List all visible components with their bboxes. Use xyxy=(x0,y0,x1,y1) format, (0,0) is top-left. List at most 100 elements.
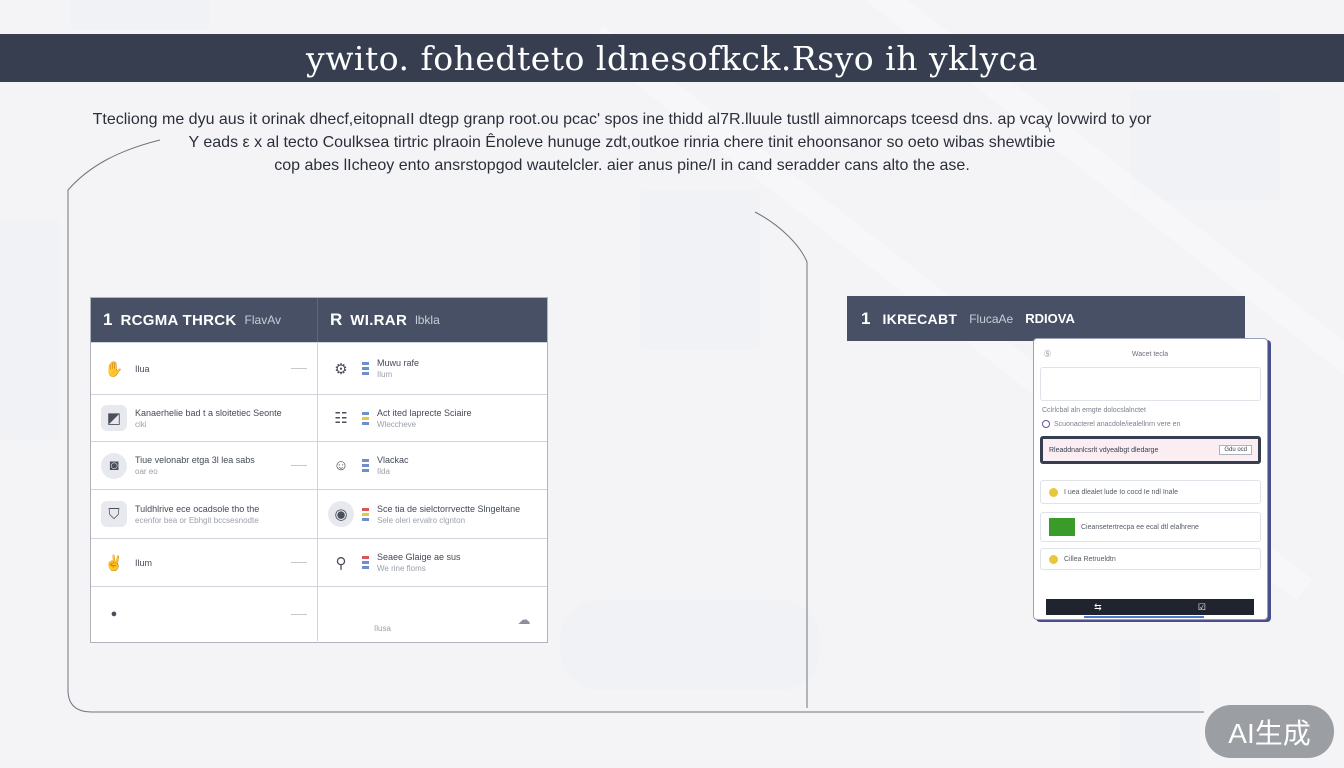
phone-icon: ◙ xyxy=(101,452,127,479)
check-icon[interactable]: ☑ xyxy=(1198,602,1206,613)
column-label: RCGMA THRCK xyxy=(120,311,237,329)
column-sublabel: lbkla xyxy=(415,313,440,327)
phone-nav-bar: ⇆ ☑ xyxy=(1046,599,1254,615)
table-row: ● Ilusa ☁ xyxy=(91,586,547,641)
phone-line: Scuonacterel anacdole/iealellnrn vere en xyxy=(1042,420,1259,428)
column-header-1: 1 RCGMA THRCK FlavAv xyxy=(91,298,318,342)
row-divider-mark xyxy=(291,368,307,369)
cell-subtext: Ilda xyxy=(377,467,390,476)
table-row: ✋ Ilua ⚙ Muwu rafe Ilum xyxy=(91,342,547,394)
row-divider-mark xyxy=(291,613,307,615)
table-cell: ◉ Sce tia de sielctorrvectte Slngeltane … xyxy=(318,490,547,538)
table-cell: ⛉ Tuldhlrive ece ocadsole tho the ecenfo… xyxy=(91,490,318,538)
cell-text: Act ited laprecte Sciaire xyxy=(377,407,472,418)
tool-icon: ⚙ xyxy=(334,360,348,378)
cloud-icon: ☁ xyxy=(517,612,531,627)
hands-icon: ✋ xyxy=(104,360,124,378)
panel-label: IKRECABT xyxy=(882,310,958,327)
column-sublabel: FlavAv xyxy=(244,313,282,327)
table-cell: ⚲ Seaee Glaige ae sus We rine floms xyxy=(318,539,547,586)
cell-subtext: We rine floms xyxy=(377,564,426,573)
nav-indicator xyxy=(1084,616,1204,618)
description-line: Ttecliong me dyu aus it orinak dhecf,eit… xyxy=(92,111,1152,128)
column-number: 1 xyxy=(103,310,113,329)
diagram-icon: ◩ xyxy=(101,405,127,431)
mini-bar-icon xyxy=(362,459,369,472)
table-cell: ◩ Kanaerhelie bad t a sloitetiec Seonte … xyxy=(91,395,318,441)
left-panel-header: 1 RCGMA THRCK FlavAv R WI.RAR lbkla xyxy=(91,298,547,342)
chart-icon: ◉ xyxy=(328,501,354,527)
cell-subtext: Wleccheve xyxy=(377,419,417,429)
panel-sublabel: FlucaAe xyxy=(969,311,1014,326)
table-row: ✌ Ilum ⚲ Seaee Glaige ae sus We rine flo… xyxy=(91,538,547,586)
mini-bar-icon xyxy=(362,556,369,569)
ai-generated-badge: AI生成 xyxy=(1205,705,1334,758)
panel-number: 1 xyxy=(861,308,871,328)
cell-text: Seaee Glaige ae sus xyxy=(377,552,461,562)
phone-card[interactable]: I uea dlealet lude Io cocd Ie ndl Inale xyxy=(1040,480,1261,504)
phone-line-text: Cclrlcbal aln emgte dolocslalnctet xyxy=(1042,407,1146,414)
group-icon: ☷ xyxy=(334,410,348,427)
card-text: Cieansetertrecpa ee ecal dtl elalhrene xyxy=(1081,523,1199,531)
column-number: R xyxy=(330,310,343,329)
description-text: Ttecliong me dyu aus it orinak dhecf,eit… xyxy=(30,108,1214,177)
phone-line-text: Scuonacterel anacdole/iealellnrn vere en xyxy=(1054,420,1181,428)
phone-card[interactable]: Cillea Retrueldtn xyxy=(1040,548,1261,570)
cell-text: Muwu rafe xyxy=(377,358,420,368)
phone-mockup: Ⓢ Wacet tecla Cclrlcbal aln emgte dolocs… xyxy=(1033,338,1268,620)
title-bar: ywito. fohedteto ldnesofkck.Rsyo ih ykly… xyxy=(0,34,1344,82)
cell-text: Kanaerhelie bad t a sloitetiec Seonte xyxy=(135,407,282,418)
phone-selected-item[interactable]: Rleaddnanlcsrlt vdyealbgt dledarge Gdu o… xyxy=(1040,436,1261,464)
left-table-panel: 1 RCGMA THRCK FlavAv R WI.RAR lbkla ✋ Il… xyxy=(90,297,548,643)
cell-subtext: ciki xyxy=(135,419,147,429)
column-header-2: R WI.RAR lbkla xyxy=(318,298,547,342)
table-cell: ⚙ Muwu rafe Ilum xyxy=(318,343,547,394)
phone-input-box[interactable] xyxy=(1040,367,1261,401)
cell-subtext: oar eo xyxy=(135,467,158,476)
cell-text: Ilua xyxy=(135,363,150,374)
green-thumbnail xyxy=(1049,518,1075,536)
card-text: Cillea Retrueldtn xyxy=(1064,555,1116,563)
badge-text: AI生成 xyxy=(1228,717,1311,749)
table-cell: ● xyxy=(91,587,318,641)
coin-icon xyxy=(1049,554,1058,564)
table-cell: ◙ Tiue velonabr etga 3l lea sabs oar eo xyxy=(91,442,318,489)
table-row: ◙ Tiue velonabr etga 3l lea sabs oar eo … xyxy=(91,441,547,489)
phone-title: Wacet tecla xyxy=(1131,350,1169,358)
phone-line: Cclrlcbal aln emgte dolocslalnctet xyxy=(1042,407,1259,414)
selected-item-text: Rleaddnanlcsrlt vdyealbgt dledarge xyxy=(1049,446,1159,454)
table-cell: ✌ Ilum xyxy=(91,539,318,586)
cell-subtext: ecenfor bea or Ebhgit bccsesnodte xyxy=(135,515,259,525)
dot-icon: ● xyxy=(110,608,118,620)
cell-subtext: Sele oleri ervalro clgnton xyxy=(377,515,466,525)
shield-icon: ⛉ xyxy=(101,501,127,527)
person-icon: ☺ xyxy=(333,457,349,474)
app-logo-icon: Ⓢ xyxy=(1044,351,1051,358)
table-cell: ✋ Ilua xyxy=(91,343,318,394)
phone-card[interactable]: Cieansetertrecpa ee ecal dtl elalhrene xyxy=(1040,512,1261,542)
right-panel-header: 1 IKRECABT FlucaAe RDIOVA xyxy=(847,296,1245,341)
cell-text: Sce tia de sielctorrvectte Slngeltane xyxy=(377,503,521,514)
mini-bar-icon xyxy=(362,411,369,425)
description-line: cop abes lIcheoy ento ansrstopgod wautel… xyxy=(274,157,970,174)
table-row: ◩ Kanaerhelie bad t a sloitetiec Seonte … xyxy=(91,394,547,441)
cell-subtext: Ilusa xyxy=(374,624,391,633)
table-cell: ☺ Vlackac Ilda xyxy=(318,442,547,489)
cell-text: Vlackac xyxy=(377,455,409,465)
selected-item-button[interactable]: Gdu ocd xyxy=(1219,445,1252,455)
mini-bar-icon xyxy=(362,362,369,375)
coin-icon xyxy=(1049,487,1058,497)
mini-bar-icon xyxy=(362,507,369,521)
cell-text: Tiue velonabr etga 3l lea sabs xyxy=(135,455,255,465)
hands-icon: ✌ xyxy=(104,554,124,572)
column-label: WI.RAR xyxy=(350,311,408,329)
cell-text: Tuldhlrive ece ocadsole tho the xyxy=(135,503,260,514)
swap-icon[interactable]: ⇆ xyxy=(1094,602,1102,613)
table-cell: ☷ Act ited laprecte Sciaire Wleccheve xyxy=(318,395,547,441)
table-row: ⛉ Tuldhlrive ece ocadsole tho the ecenfo… xyxy=(91,489,547,538)
phone-top-bar: Ⓢ Wacet tecla xyxy=(1034,339,1267,363)
card-text: I uea dlealet lude Io cocd Ie ndl Inale xyxy=(1064,488,1179,496)
row-divider-mark xyxy=(291,562,307,563)
radio-icon xyxy=(1042,420,1050,428)
cell-text: Ilum xyxy=(135,557,153,568)
